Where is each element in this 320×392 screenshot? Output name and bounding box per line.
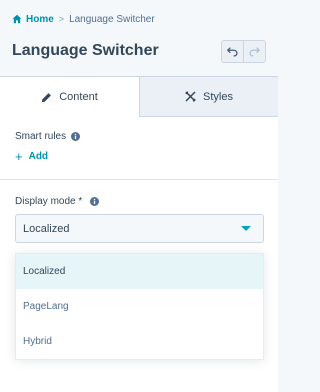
page-title: Language Switcher — [12, 42, 159, 59]
pencil-icon — [42, 92, 52, 102]
display-mode-value: Localized — [23, 222, 70, 235]
tab-content[interactable]: Content — [0, 77, 140, 117]
tab-bar: Content Styles — [0, 76, 278, 117]
option-label: PageLang — [23, 301, 69, 312]
panel-header: Home > Language Switcher Language Switch… — [0, 0, 278, 76]
styles-icon — [185, 91, 196, 102]
undo-button[interactable] — [222, 41, 244, 62]
undo-redo-group — [221, 40, 266, 63]
option-label: Localized — [23, 266, 66, 277]
tab-styles-label: Styles — [203, 90, 233, 103]
add-label: Add — [28, 151, 49, 162]
display-mode-select[interactable]: Localized — [15, 214, 264, 243]
tab-content-label: Content — [59, 91, 98, 103]
add-smart-rule-button[interactable]: + Add — [15, 148, 49, 164]
plus-icon: + — [15, 148, 23, 164]
display-mode-label: Display mode * — [15, 196, 83, 207]
display-mode-dropdown: Localized PageLang Hybrid — [15, 253, 264, 360]
dropdown-option-pagelang[interactable]: PageLang — [16, 289, 263, 324]
content-panel: Smart rules + Add Display mode * Localiz… — [0, 117, 278, 392]
redo-icon — [249, 47, 261, 57]
smart-rules-label: Smart rules — [15, 131, 67, 142]
caret-down-icon — [241, 226, 251, 231]
editor-panel: Home > Language Switcher Language Switch… — [0, 0, 278, 392]
section-divider — [0, 179, 278, 180]
info-icon[interactable] — [71, 132, 81, 141]
info-icon[interactable] — [90, 197, 100, 206]
breadcrumb-current: Language Switcher — [69, 13, 155, 25]
dropdown-option-localized[interactable]: Localized — [16, 254, 263, 289]
redo-button[interactable] — [243, 41, 265, 62]
breadcrumb-separator: > — [58, 14, 65, 24]
tab-styles[interactable]: Styles — [140, 77, 278, 117]
display-mode-heading: Display mode * — [15, 196, 100, 207]
option-label: Hybrid — [23, 336, 52, 347]
home-icon — [12, 14, 22, 24]
breadcrumb: Home > Language Switcher — [12, 12, 155, 26]
breadcrumb-home-link[interactable]: Home — [12, 14, 54, 25]
smart-rules-heading: Smart rules — [15, 131, 81, 142]
breadcrumb-home-label: Home — [26, 13, 54, 25]
undo-icon — [227, 47, 238, 57]
dropdown-option-hybrid[interactable]: Hybrid — [16, 324, 263, 359]
